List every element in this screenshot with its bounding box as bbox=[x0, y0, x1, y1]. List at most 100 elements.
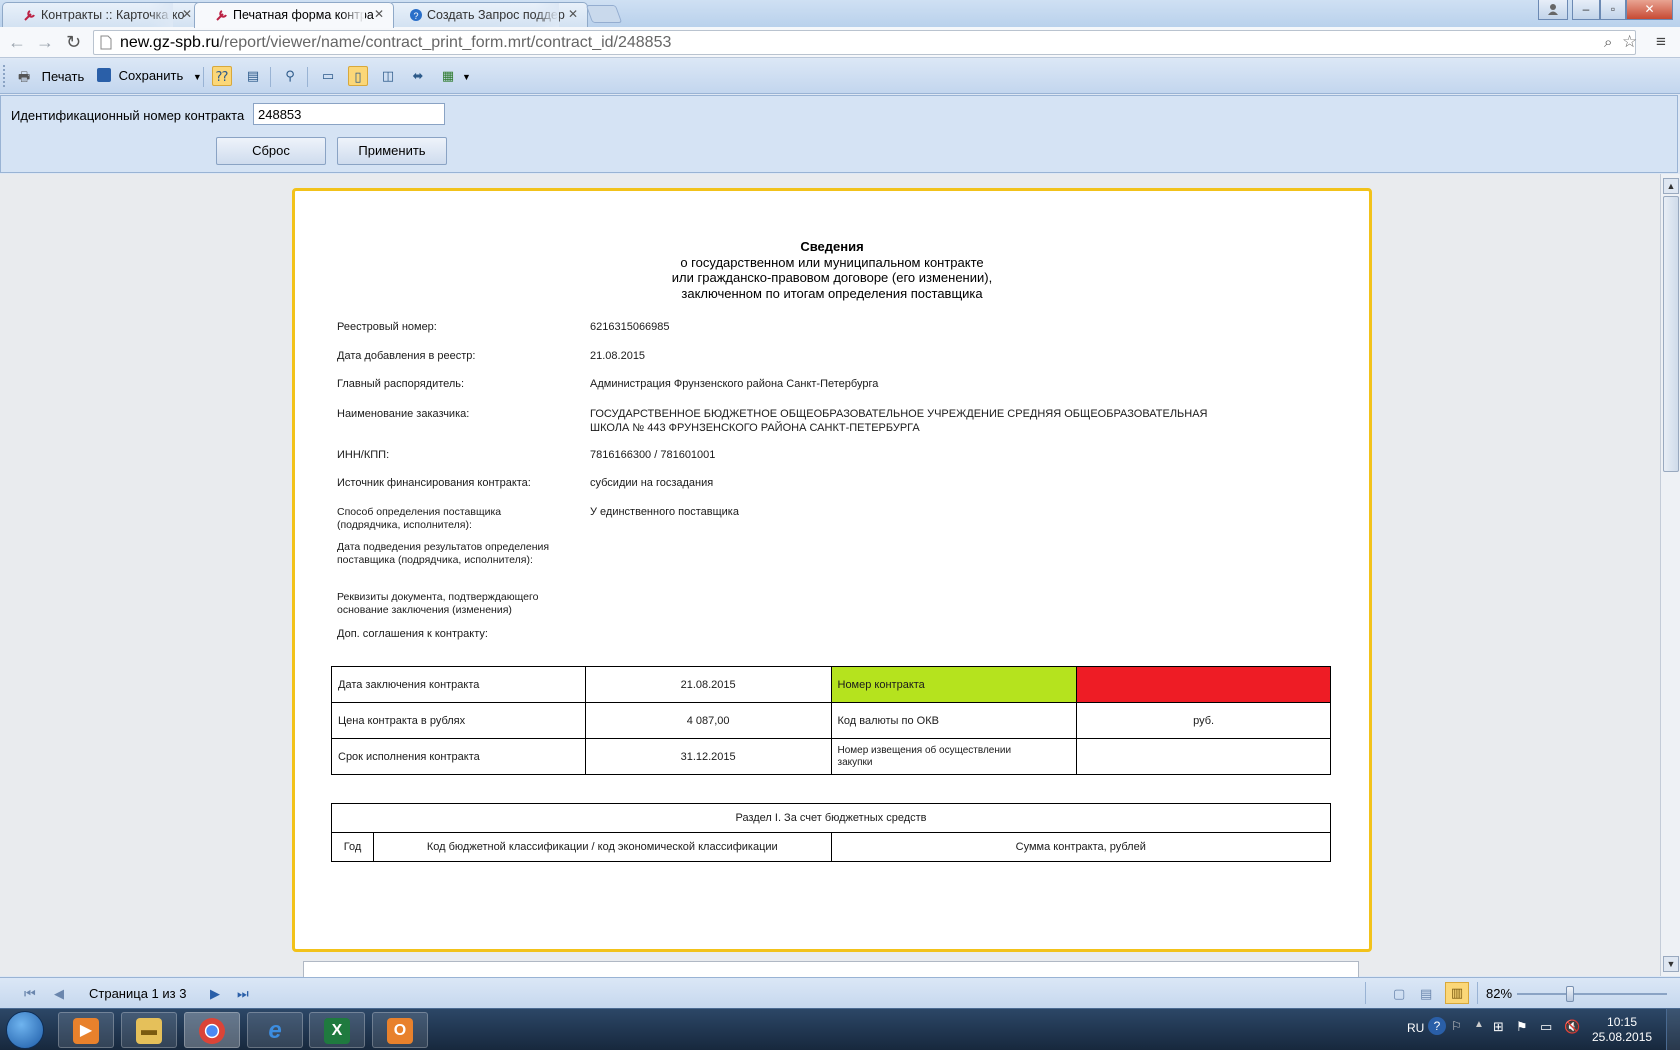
report-page: Сведения о государственном или муниципал… bbox=[292, 188, 1372, 952]
parameters-icon[interactable]: ⁇ bbox=[212, 66, 232, 86]
browser-tab-active[interactable]: Печатная форма контра ✕ bbox=[194, 2, 394, 28]
language-indicator[interactable]: RU bbox=[1407, 1021, 1424, 1035]
minimize-window-button[interactable]: – bbox=[1572, 0, 1600, 20]
page-indicator: Страница 1 из 3 bbox=[89, 986, 187, 1001]
show-desktop-button[interactable] bbox=[1666, 1009, 1680, 1050]
dropdown-arrow-icon: ▼ bbox=[192, 72, 202, 82]
chrome-taskbar-button[interactable] bbox=[184, 1012, 240, 1048]
show-hidden-icons-icon[interactable]: ▲ bbox=[1474, 1019, 1484, 1030]
bookmark-star-icon[interactable]: ☆ bbox=[1622, 32, 1637, 52]
excel-icon: X bbox=[324, 1018, 350, 1044]
tray-flag-icon[interactable]: ⚐ bbox=[1451, 1019, 1462, 1033]
media-player-taskbar-button[interactable]: ▶ bbox=[58, 1012, 114, 1048]
continuous-view-icon[interactable]: ◫ bbox=[378, 66, 398, 86]
supplier-method-label-line2: (подрядчика, исполнителя): bbox=[337, 519, 472, 531]
next-page-icon[interactable]: ▶ bbox=[210, 986, 220, 1002]
zoom-slider-thumb[interactable] bbox=[1566, 986, 1574, 1002]
report-parameters-panel: Идентификационный номер контракта Сброс … bbox=[0, 95, 1678, 173]
excel-taskbar-button[interactable]: X bbox=[309, 1012, 365, 1048]
whole-page-view-icon[interactable]: ▯ bbox=[348, 66, 368, 86]
prev-page-icon[interactable]: ◀ bbox=[54, 986, 64, 1002]
last-page-icon[interactable]: ⏭ bbox=[237, 986, 249, 1002]
forward-arrow-icon[interactable]: → bbox=[36, 32, 54, 53]
addenda-label: Доп. соглашения к контракту: bbox=[337, 628, 488, 640]
chief-manager-value: Администрация Фрунзенского района Санкт-… bbox=[590, 378, 879, 390]
multi-page-mode-icon[interactable]: ▥ bbox=[1445, 982, 1469, 1004]
tools-icon bbox=[215, 8, 229, 22]
svg-text:?: ? bbox=[413, 11, 418, 21]
outlook-icon: O bbox=[387, 1018, 413, 1044]
col-budget-code-header: Код бюджетной классификации / код эконом… bbox=[372, 832, 832, 862]
browser-tab[interactable]: Контракты :: Карточка ко ✕ bbox=[2, 2, 202, 27]
find-binoculars-icon[interactable]: ⚲ bbox=[280, 66, 300, 86]
results-date-label-line2: поставщика (подрядчика, исполнителя): bbox=[337, 554, 533, 566]
first-page-icon[interactable]: ⏮ bbox=[24, 986, 36, 1002]
currency-code-label: Код валюты по ОКВ bbox=[830, 702, 1078, 739]
one-page-view-icon[interactable]: ▭ bbox=[318, 66, 338, 86]
close-window-button[interactable]: ✕ bbox=[1626, 0, 1673, 20]
conclusion-date-value: 21.08.2015 bbox=[584, 666, 832, 703]
user-profile-button[interactable] bbox=[1538, 0, 1568, 20]
single-page-mode-icon[interactable]: ▢ bbox=[1393, 986, 1405, 1002]
clock-time: 10:15 bbox=[1607, 1015, 1638, 1029]
apply-button[interactable]: Применить bbox=[337, 137, 447, 165]
report-viewer: Сведения о государственном или муниципал… bbox=[0, 174, 1660, 981]
internet-explorer-icon: e bbox=[268, 1017, 282, 1044]
windows-flag-tray-icon[interactable]: ⊞ bbox=[1493, 1019, 1504, 1035]
contract-price-label: Цена контракта в рублях bbox=[331, 702, 586, 739]
close-tab-icon[interactable]: ✕ bbox=[182, 7, 192, 21]
basis-document-label: Реквизиты документа, подтверждающего bbox=[337, 591, 539, 603]
explorer-taskbar-button[interactable]: ▬ bbox=[121, 1012, 177, 1048]
tools-icon bbox=[23, 8, 37, 22]
help-globe-icon: ? bbox=[409, 8, 423, 22]
ie-taskbar-button[interactable]: e bbox=[247, 1012, 303, 1048]
network-icon[interactable]: ▭ bbox=[1540, 1019, 1552, 1035]
browser-tab[interactable]: ? Создать Запрос поддер ✕ bbox=[388, 2, 588, 27]
contract-id-input[interactable] bbox=[253, 103, 445, 125]
procurement-notice-value bbox=[1076, 738, 1331, 775]
title-line: о государственном или муниципальном конт… bbox=[680, 254, 984, 270]
print-button[interactable]: 🖶 Печать bbox=[18, 65, 84, 87]
reload-icon[interactable]: ↻ bbox=[66, 32, 81, 53]
action-center-icon[interactable]: ⚑ bbox=[1516, 1019, 1528, 1035]
menu-icon[interactable]: ≡ bbox=[1656, 32, 1666, 52]
close-tab-icon[interactable]: ✕ bbox=[374, 7, 384, 21]
section-title: Раздел I. За счет бюджетных средств bbox=[331, 803, 1331, 833]
continuous-mode-icon[interactable]: ▤ bbox=[1420, 986, 1432, 1002]
maximize-window-button[interactable]: ▫ bbox=[1600, 0, 1626, 20]
document-title: Сведения о государственном или муниципал… bbox=[295, 239, 1369, 301]
scrollbar-thumb[interactable] bbox=[1663, 196, 1679, 472]
url-path: /report/viewer/name/contract_print_form.… bbox=[219, 34, 672, 51]
dropdown-arrow-icon[interactable]: ▼ bbox=[462, 72, 471, 82]
conclusion-date-label: Дата заключения контракта bbox=[331, 666, 586, 703]
start-button[interactable] bbox=[6, 1011, 44, 1049]
volume-muted-icon[interactable]: 🔇 bbox=[1564, 1019, 1580, 1035]
system-clock[interactable]: 10:15 25.08.2015 bbox=[1592, 1015, 1652, 1045]
report-toolbar: 🖶 Печать Сохранить ▼ ⁇ ▤ ⚲ ▭ ▯ ◫ ⬌ ▦ ▼ bbox=[0, 59, 1680, 94]
multi-page-icon[interactable]: ▦ bbox=[438, 66, 458, 86]
scroll-down-icon[interactable]: ▼ bbox=[1663, 956, 1679, 972]
reset-button[interactable]: Сброс bbox=[216, 137, 326, 165]
procurement-notice-label-line2: закупки bbox=[837, 756, 873, 768]
close-tab-icon[interactable]: ✕ bbox=[568, 7, 578, 21]
inn-kpp-value: 7816166300 / 781601001 bbox=[590, 449, 716, 461]
basis-document-label-line2: основание заключения (изменения) bbox=[337, 604, 512, 616]
address-bar[interactable]: new.gz-spb.ru/report/viewer/name/contrac… bbox=[93, 30, 1637, 55]
zoom-icon[interactable]: ⌕ bbox=[1604, 34, 1612, 51]
new-tab-button[interactable] bbox=[585, 5, 623, 23]
bookmarks-panel-icon[interactable]: ▤ bbox=[243, 66, 263, 86]
scroll-up-icon[interactable]: ▲ bbox=[1663, 178, 1679, 194]
budget-section-table: Раздел I. За счет бюджетных средств Год … bbox=[331, 803, 1332, 862]
zoom-slider-track[interactable] bbox=[1517, 993, 1667, 995]
back-arrow-icon[interactable]: ← bbox=[8, 32, 26, 53]
help-tray-icon[interactable]: ? bbox=[1428, 1017, 1446, 1035]
url-text: new.gz-spb.ru/report/viewer/name/contrac… bbox=[120, 34, 671, 52]
browser-tab-strip: Контракты :: Карточка ко ✕ Печатная форм… bbox=[0, 0, 1680, 28]
outlook-taskbar-button[interactable]: O bbox=[372, 1012, 428, 1048]
save-button[interactable]: Сохранить ▼ bbox=[97, 65, 202, 87]
browser-nav-bar: ← → ↻ new.gz-spb.ru/report/viewer/name/c… bbox=[0, 27, 1680, 58]
currency-code-value: руб. bbox=[1076, 702, 1331, 739]
page-width-icon[interactable]: ⬌ bbox=[408, 66, 428, 86]
inn-kpp-label: ИНН/КПП: bbox=[337, 449, 390, 461]
vertical-scrollbar[interactable]: ▲ ▼ bbox=[1660, 174, 1680, 976]
